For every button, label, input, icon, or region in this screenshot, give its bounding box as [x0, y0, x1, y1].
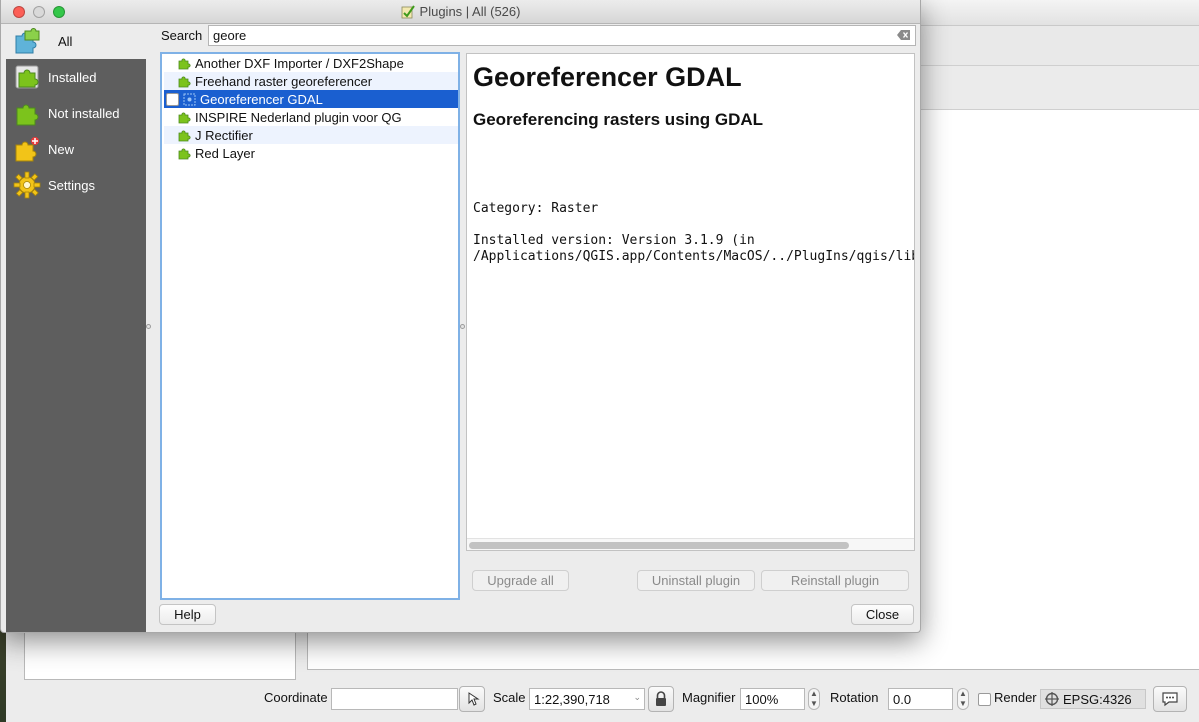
close-button[interactable]: Close — [851, 604, 914, 625]
sidebar-item-all[interactable]: All — [6, 24, 146, 59]
puzzle-installed-icon — [12, 62, 42, 92]
magnifier-spinner[interactable]: ▲ ▼ — [808, 688, 820, 710]
plugin-name: Another DXF Importer / DXF2Shape — [195, 55, 404, 71]
plugin-sidebar: All Installed Not installed New Settings — [6, 24, 146, 632]
sidebar-item-settings[interactable]: Settings — [6, 168, 146, 202]
lock-icon — [656, 691, 666, 706]
coordinate-label: Coordinate — [264, 690, 328, 705]
dialog-title: Plugins | All (526) — [419, 4, 521, 19]
plugin-puzzle-icon — [178, 129, 191, 141]
plugin-details-pane: Georeferencer GDAL Georeferencing raster… — [466, 53, 915, 551]
plugin-installed-path: /Applications/QGIS.app/Contents/MacOS/..… — [473, 249, 914, 264]
clear-search-icon[interactable] — [897, 29, 911, 41]
help-button[interactable]: Help — [159, 604, 216, 625]
details-horizontal-scrollbar[interactable] — [467, 538, 914, 550]
sidebar-item-installed[interactable]: Installed — [6, 60, 146, 94]
render-label: Render — [994, 690, 1037, 705]
plugin-puzzle-icon — [178, 75, 191, 87]
minimize-window-button[interactable] — [33, 6, 45, 18]
plugin-manager-icon — [401, 4, 415, 18]
toggle-extents-button[interactable] — [459, 686, 485, 712]
plugin-category: Category: Raster — [473, 201, 599, 216]
qgis-toolbar — [920, 26, 1199, 66]
close-window-button[interactable] — [13, 6, 25, 18]
puzzle-all-icon — [12, 27, 42, 57]
plugin-name: Red Layer — [195, 145, 255, 161]
magnifier-label: Magnifier — [682, 690, 736, 705]
speech-bubble-icon — [1162, 692, 1178, 707]
puzzle-not-installed-icon — [12, 98, 42, 128]
gear-icon — [12, 170, 42, 200]
plugins-dialog: Plugins | All (526) All Installed Not in… — [0, 0, 921, 633]
epsg-label: EPSG:4326 — [1063, 691, 1132, 707]
plugin-subtitle: Georeferencing rasters using GDAL — [473, 110, 764, 129]
sidebar-splitter-handle[interactable] — [146, 324, 151, 329]
qgis-titlebar — [920, 0, 1199, 26]
uninstall-plugin-button[interactable]: Uninstall plugin — [637, 570, 755, 591]
crosshair-globe-icon — [1045, 692, 1059, 706]
plugin-enabled-checkbox[interactable] — [166, 92, 179, 106]
list-item[interactable]: Freehand raster georeferencer — [164, 72, 458, 90]
search-input[interactable] — [208, 25, 916, 46]
list-item[interactable]: Another DXF Importer / DXF2Shape — [164, 54, 458, 72]
plugin-name: J Rectifier — [195, 127, 253, 143]
dialog-titlebar: Plugins | All (526) — [1, 0, 920, 24]
list-item[interactable]: INSPIRE Nederland plugin voor QG — [164, 108, 458, 126]
plugin-name: Freehand raster georeferencer — [195, 73, 373, 89]
plugin-installed-version: Installed version: Version 3.1.9 (in — [473, 233, 755, 248]
magnifier-field[interactable]: 100% — [740, 688, 805, 710]
sidebar-item-label: Settings — [48, 177, 95, 193]
sidebar-item-not-installed[interactable]: Not installed — [6, 96, 146, 130]
plugin-name: Georeferencer GDAL — [200, 91, 323, 107]
chevron-down-icon: ⌄ — [633, 692, 641, 702]
plugin-puzzle-icon — [178, 57, 191, 69]
search-label: Search — [161, 28, 203, 43]
plugin-name: INSPIRE Nederland plugin voor QG — [195, 109, 402, 125]
mouse-pointer-icon — [468, 692, 480, 706]
puzzle-new-icon — [12, 134, 42, 164]
scale-value: 1:22,390,718 — [534, 692, 610, 707]
plugin-puzzle-icon — [178, 111, 191, 123]
plugin-list[interactable]: Another DXF Importer / DXF2Shape Freehan… — [160, 52, 460, 600]
sidebar-item-label: New — [48, 141, 75, 157]
list-item[interactable]: J Rectifier — [164, 126, 458, 144]
sidebar-item-new[interactable]: New — [6, 132, 146, 166]
plugin-georeferencer-icon — [183, 93, 196, 105]
plugin-puzzle-icon — [178, 147, 191, 159]
rotation-label: Rotation — [830, 690, 879, 705]
scale-combobox[interactable]: 1:22,390,718 ⌄ — [529, 688, 645, 710]
sidebar-item-label: All — [58, 34, 73, 49]
sidebar-item-label: Installed — [48, 69, 97, 85]
zoom-window-button[interactable] — [53, 6, 65, 18]
crs-button[interactable]: EPSG:4326 — [1040, 689, 1146, 709]
plugin-title: Georeferencer GDAL — [473, 62, 742, 92]
lock-scale-button[interactable] — [648, 686, 674, 712]
list-splitter-handle[interactable] — [460, 324, 465, 329]
qgis-toolbar-secondary — [920, 66, 1199, 110]
reinstall-plugin-button[interactable]: Reinstall plugin — [761, 570, 909, 591]
upgrade-all-button[interactable]: Upgrade all — [472, 570, 569, 591]
sidebar-item-label: Not installed — [48, 105, 120, 121]
messages-button[interactable] — [1153, 686, 1187, 712]
list-item[interactable]: Red Layer — [164, 144, 458, 162]
rotation-field[interactable]: 0.0 — [888, 688, 953, 710]
list-item-selected[interactable]: Georeferencer GDAL — [164, 90, 458, 108]
scale-label: Scale — [493, 690, 526, 705]
render-checkbox[interactable] — [978, 693, 991, 706]
rotation-spinner[interactable]: ▲ ▼ — [957, 688, 969, 710]
coordinate-field[interactable] — [331, 688, 458, 710]
scrollbar-thumb[interactable] — [469, 542, 849, 549]
